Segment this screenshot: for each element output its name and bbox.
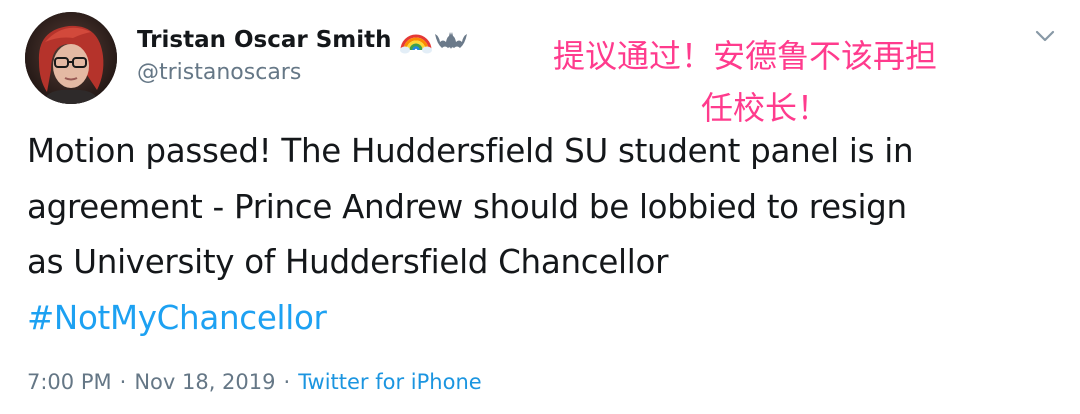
author-display-name[interactable]: Tristan Oscar Smith [137,27,392,53]
tweet-text-line: Motion passed! The Huddersfield SU stude… [27,132,914,170]
overlay-caption: 提议通过！安德鲁不该再担 任校长！ [500,30,990,134]
tweet-text: Motion passed! The Huddersfield SU stude… [27,124,1067,346]
author-handle[interactable]: @tristanoscars [137,60,301,85]
meta-separator: · [119,370,127,394]
tweet-text-line: agreement - Prince Andrew should be lobb… [27,187,907,226]
tweet-card: Tristan Oscar Smith @tristanoscars 提议通过！… [0,0,1080,414]
overlay-caption-line-1: 提议通过！安德鲁不该再担 [552,37,937,75]
tweet-date[interactable]: Nov 18, 2019 [134,370,275,394]
chevron-down-icon[interactable] [1032,26,1058,46]
rainbow-icon [399,26,432,54]
hashtag-link[interactable]: #NotMyChancellor [27,291,1067,347]
bat-icon [434,26,468,54]
avatar-image [25,12,117,104]
tweet-source-link[interactable]: Twitter for iPhone [298,370,482,394]
meta-separator: · [283,370,291,394]
author-name-row: Tristan Oscar Smith [137,22,468,58]
tweet-meta: 7:00 PM · Nov 18, 2019 · Twitter for iPh… [27,370,482,394]
tweet-time[interactable]: 7:00 PM [27,370,112,394]
tweet-text-line: as University of Huddersfield Chancellor [27,243,669,281]
avatar[interactable] [25,12,117,104]
